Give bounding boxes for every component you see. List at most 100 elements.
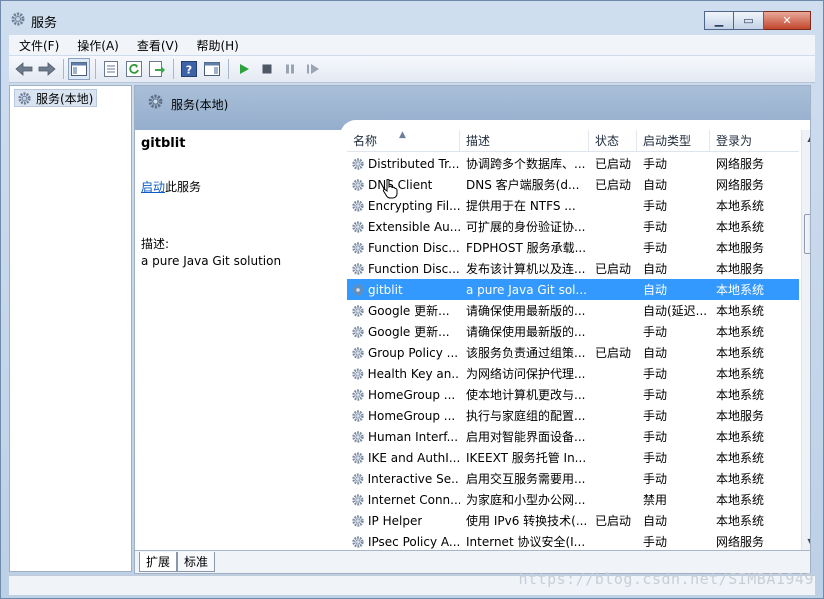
refresh-button[interactable]	[123, 58, 145, 80]
service-row[interactable]: Google 更新... 请确保使用最新版的... 手动 本地系统	[347, 321, 799, 342]
service-row[interactable]: Function Disc... 发布该计算机以及连... 已启动 自动 本地服务	[347, 258, 799, 279]
scroll-up-button[interactable]: ▲	[802, 130, 810, 147]
column-header-label: 描述	[466, 134, 491, 148]
service-row[interactable]: Function Disc... FDPHOST 服务承载... 手动 本地服务	[347, 237, 799, 258]
menu-action[interactable]: 操作(A)	[67, 37, 127, 54]
tab-standard[interactable]: 标准	[177, 552, 216, 572]
cell-description: FDPHOST 服务承载...	[466, 241, 587, 255]
service-row[interactable]: Extensible Au... 可扩展的身份验证协... 手动 本地系统	[347, 216, 799, 237]
cell-name: Extensible Au...	[347, 220, 460, 234]
service-row[interactable]: DNS Client DNS 客户端服务(d... 已启动 自动 网络服务	[347, 174, 799, 195]
menu-help[interactable]: 帮助(H)	[186, 37, 246, 54]
cell-name: Function Disc...	[347, 241, 460, 255]
service-row[interactable]: Google 更新... 请确保使用最新版的... 自动(延迟... 本地系统	[347, 300, 799, 321]
service-name-text: Google 更新...	[368, 325, 450, 339]
column-header-name[interactable]: ▲ 名称	[347, 130, 460, 152]
minimize-button[interactable]: ▁	[704, 11, 734, 30]
start-service-link[interactable]: 启动	[141, 180, 165, 194]
scroll-down-button[interactable]: ▼	[802, 533, 810, 550]
cell-status: 已启动	[595, 346, 632, 360]
service-row[interactable]: Distributed Tr... 协调跨多个数据库、... 已启动 手动 网络服务	[347, 153, 799, 174]
service-name-text: HomeGroup ...	[368, 408, 456, 423]
help-button[interactable]: ?	[178, 58, 200, 80]
service-row[interactable]: IKE and AuthI... IKEEXT 服务托管 In... 手动 本地系统	[347, 447, 799, 468]
service-row[interactable]: IPsec Policy A... Internet 协议安全(I... 手动 网络服…	[347, 531, 799, 552]
window-title: 服务	[31, 16, 58, 31]
service-row[interactable]: Internet Conn... 为家庭和小型办公网... 禁用 本地系统	[347, 489, 799, 510]
cell-startup-type: 手动	[643, 409, 668, 423]
cell-description: IKEEXT 服务托管 In...	[466, 451, 587, 465]
cell-name: HomeGroup ...	[347, 388, 460, 402]
cell-description: 执行与家庭组的配置...	[466, 409, 586, 423]
cell-startup-type: 手动	[643, 157, 668, 171]
services-gear-icon	[18, 91, 31, 105]
forward-button[interactable]	[36, 58, 58, 80]
export-icon	[149, 61, 165, 77]
minimize-icon: ▁	[714, 14, 724, 27]
description-text: a pure Java Git solution	[141, 254, 282, 268]
service-row[interactable]: Interactive Se... 启用交互服务需要用... 手动 本地系统	[347, 468, 799, 489]
show-action-pane-button[interactable]	[201, 58, 223, 80]
service-row[interactable]: Group Policy ... 该服务负责通过组策... 已启动 自动 本地系统	[347, 342, 799, 363]
menu-file[interactable]: 文件(F)	[9, 37, 67, 54]
start-service-button[interactable]	[233, 58, 255, 80]
service-row[interactable]: gitblit a pure Java Git sol... 自动 本地系统	[347, 279, 799, 300]
service-row[interactable]: HomeGroup ... 使本地计算机更改与... 手动 本地系统	[347, 384, 799, 405]
cell-startup-type: 手动	[643, 535, 668, 549]
scrollbar-thumb[interactable]	[804, 214, 810, 254]
cell-log-on-as: 本地系统	[716, 304, 765, 318]
tree-node-services-local[interactable]: 服务(本地)	[14, 89, 98, 107]
cell-name: Internet Conn...	[347, 493, 460, 507]
cell-startup-type: 手动	[643, 451, 668, 465]
cell-log-on-as: 本地系统	[716, 220, 765, 234]
service-row[interactable]: Human Interf... 启用对智能界面设备... 手动 本地系统	[347, 426, 799, 447]
show-console-tree-button[interactable]	[68, 58, 90, 80]
cell-log-on-as: 本地系统	[716, 346, 765, 360]
cell-name: gitblit	[347, 283, 460, 297]
cell-startup-type: 手动	[643, 430, 668, 444]
service-name-text: Health Key an...	[367, 366, 460, 381]
export-list-button[interactable]	[146, 58, 168, 80]
cell-name: Google 更新...	[347, 323, 460, 340]
services-gear-icon	[148, 94, 163, 109]
service-row[interactable]: Health Key an... 为网络访问保护代理... 手动 本地系统	[347, 363, 799, 384]
maximize-button[interactable]: ▭	[734, 11, 764, 30]
cell-description: 协调跨多个数据库、...	[466, 157, 586, 171]
service-gear-icon	[352, 493, 364, 506]
column-header-description[interactable]: 描述	[460, 130, 589, 152]
service-row[interactable]: Encrypting Fil... 提供用于在 NTFS ... 手动 本地系统	[347, 195, 799, 216]
menu-view[interactable]: 查看(V)	[127, 37, 187, 54]
service-gear-icon	[352, 304, 364, 317]
vertical-scrollbar[interactable]: ▲ ▼	[801, 130, 810, 550]
cell-name: Health Key an...	[347, 367, 460, 381]
cell-log-on-as: 网络服务	[716, 157, 765, 171]
cell-status: 已启动	[595, 178, 632, 192]
cell-status: 已启动	[595, 262, 632, 276]
column-header-status[interactable]: 状态	[589, 130, 637, 152]
title-bar[interactable]: 服务 ▁ ▭ ✕	[1, 1, 823, 35]
cell-log-on-as: 本地系统	[716, 283, 765, 297]
stop-service-button[interactable]	[256, 58, 278, 80]
service-row[interactable]: HomeGroup ... 执行与家庭组的配置... 手动 本地服务	[347, 405, 799, 426]
tab-extended[interactable]: 扩展	[139, 552, 178, 572]
watermark-text: https://blog.csdn.net/SIMBA1949	[518, 570, 814, 588]
close-button[interactable]: ✕	[764, 11, 811, 30]
restart-service-button[interactable]	[302, 58, 324, 80]
service-gear-icon	[352, 514, 364, 527]
column-header-log-on-as[interactable]: 登录为	[710, 130, 799, 152]
column-header-startup-type[interactable]: 启动类型	[637, 130, 710, 152]
service-gear-icon	[352, 388, 364, 401]
cell-name: Group Policy ...	[347, 346, 460, 360]
cell-name: Distributed Tr...	[347, 157, 460, 171]
back-button[interactable]	[13, 58, 35, 80]
service-row[interactable]: IP Helper 使用 IPv6 转换技术(... 已启动 自动 本地系统	[347, 510, 799, 531]
cell-startup-type: 手动	[643, 472, 668, 486]
cell-startup-type: 手动	[643, 199, 668, 213]
properties-button[interactable]	[100, 58, 122, 80]
cell-description: 启用交互服务需要用...	[466, 472, 586, 486]
pause-service-button[interactable]	[279, 58, 301, 80]
cell-description: Internet 协议安全(I...	[466, 535, 586, 549]
service-name-text: IP Helper	[368, 513, 423, 528]
cell-status: 已启动	[595, 157, 632, 171]
service-gear-icon	[352, 262, 364, 275]
